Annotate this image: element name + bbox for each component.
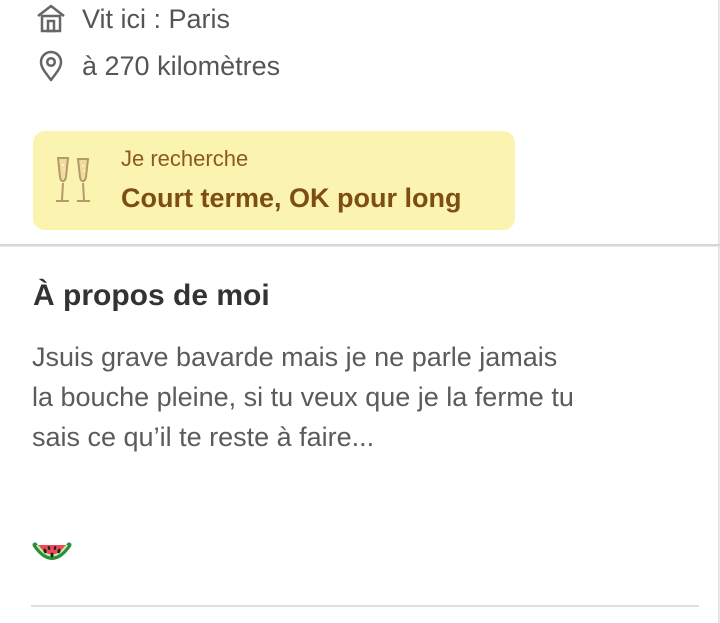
lives-in-row: Vit ici : Paris	[34, 2, 230, 36]
watermelon-icon	[31, 537, 73, 571]
section-divider	[0, 244, 720, 246]
search-preference-card: Je recherche Court terme, OK pour long	[33, 131, 515, 230]
distance-row: à 270 kilomètres	[34, 49, 280, 83]
bottom-divider	[31, 605, 699, 607]
champagne-glasses-icon	[53, 152, 93, 208]
about-description: Jsuis grave bavarde mais je ne parle jam…	[32, 337, 702, 457]
about-line-3: sais ce qu’il te reste à faire...	[32, 422, 375, 452]
lives-in-label: Vit ici : Paris	[82, 3, 231, 34]
about-line-1: Jsuis grave bavarde mais je ne parle jam…	[32, 342, 558, 372]
location-pin-icon	[34, 49, 68, 83]
about-line-2: la bouche pleine, si tu veux que je la f…	[32, 382, 574, 412]
home-icon	[34, 2, 68, 36]
search-label: Je recherche	[121, 146, 249, 171]
about-title: À propos de moi	[33, 279, 270, 312]
search-value: Court terme, OK pour long	[121, 183, 462, 213]
distance-label: à 270 kilomètres	[82, 50, 281, 81]
